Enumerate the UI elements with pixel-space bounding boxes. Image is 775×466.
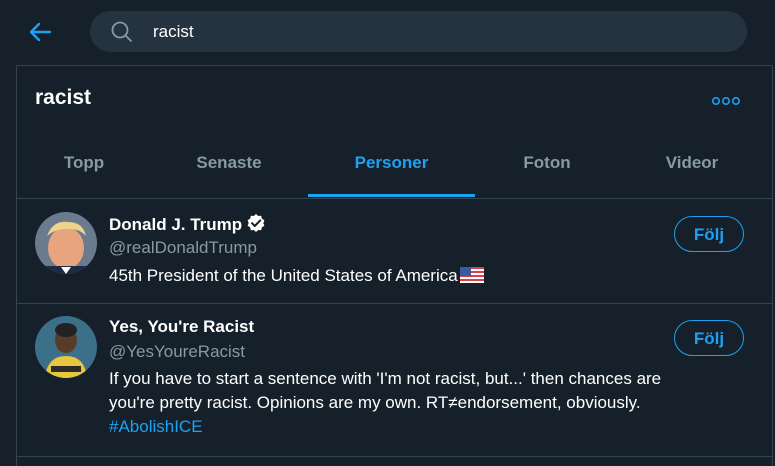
avatar[interactable] [35,316,97,378]
follow-button[interactable]: Följ [674,320,744,356]
verified-badge-icon [247,214,265,232]
user-row[interactable]: Donald J. Trump @realDonaldTrump 45th Pr… [17,199,772,304]
tab-foton[interactable]: Foton [477,130,617,198]
more-options-button[interactable] [711,94,741,106]
more-dots-icon [711,96,740,106]
active-tab-indicator [308,194,475,197]
search-tabs: Topp Senaste Personer Foton Videor [17,130,772,199]
user-bio-text: 45th President of the United States of A… [109,266,458,285]
follow-button[interactable]: Följ [674,216,744,252]
top-bar: racist [0,0,775,64]
tab-videor[interactable]: Videor [622,130,762,198]
user-handle: @realDonaldTrump [109,238,257,257]
user-name-text[interactable]: Donald J. Trump [109,215,242,234]
user-bio-line: If you have to start a sentence with 'I'… [109,369,662,388]
avatar-image [35,212,97,274]
back-button[interactable] [26,18,56,46]
user-bio-line: you're pretty racist. Opinions are my ow… [109,393,641,412]
tab-personer[interactable]: Personer [308,130,475,198]
search-icon [111,21,132,42]
search-query-text[interactable]: racist [153,22,194,42]
avatar-image [35,316,97,378]
tab-senaste[interactable]: Senaste [162,130,296,198]
user-name[interactable]: Yes, You're Racist [109,317,254,337]
avatar[interactable] [35,212,97,274]
user-row[interactable]: Yes, You're Racist @YesYoureRacist If yo… [17,304,772,457]
tab-topp[interactable]: Topp [17,130,151,198]
search-results-panel: racist Topp Senaste Personer Foton Video… [16,65,773,466]
arrow-left-icon [29,22,52,42]
us-flag-icon [459,267,484,283]
user-handle: @YesYoureRacist [109,342,246,361]
page-title: racist [35,86,92,109]
hashtag-link[interactable]: #AbolishICE [109,415,739,439]
user-name[interactable]: Donald J. Trump [109,213,266,235]
user-bio: If you have to start a sentence with 'I'… [109,367,739,439]
search-input[interactable]: racist [90,11,747,52]
user-bio: 45th President of the United States of A… [109,264,729,288]
